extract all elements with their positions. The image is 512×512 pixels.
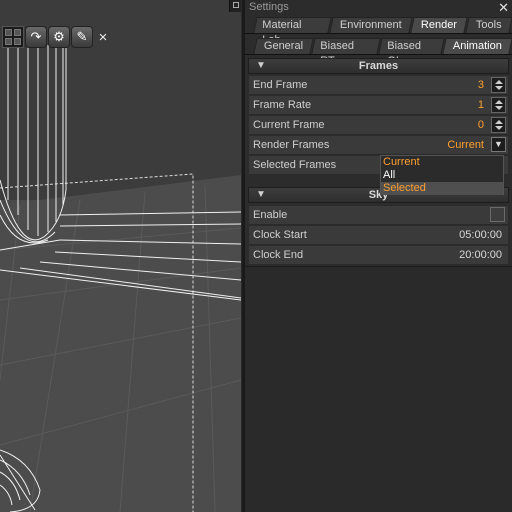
tab-divider [245,33,512,34]
clock-start-value[interactable]: 05:00:00 [459,229,502,241]
3d-viewport[interactable]: ↷ ⚙ ✎ × [0,0,241,512]
sky-enable-label: Enable [253,209,288,221]
collapse-triangle-icon: ▼ [256,189,266,200]
tab-biased-gi[interactable]: Biased GI [378,38,445,67]
tab-material-lab[interactable]: Material Lab [253,17,333,46]
frame-rate-value[interactable]: 1 [478,99,484,111]
end-frame-row: End Frame 3 [249,76,508,95]
end-frame-spinner[interactable] [491,77,506,93]
current-frame-row: Current Frame 0 [249,116,508,135]
close-icon[interactable]: × [94,26,112,48]
frame-rate-label: Frame Rate [253,99,312,111]
panel-empty-area [245,266,512,512]
sky-enable-checkbox[interactable] [490,207,505,222]
sky-enable-row: Enable [249,206,508,225]
collapse-triangle-icon: ▼ [256,60,266,71]
clock-start-label: Clock Start [253,229,307,241]
frames-section-header[interactable]: ▼ Frames [248,58,509,74]
dropdown-option-all[interactable]: All [381,169,503,182]
viewport-toolbar: ↷ ⚙ ✎ × [2,25,112,49]
tools-icon[interactable]: ✎ [71,26,93,48]
tab-render[interactable]: Render [410,17,469,33]
clock-end-value[interactable]: 20:00:00 [459,249,502,261]
clock-end-label: Clock End [253,249,304,261]
current-frame-label: Current Frame [253,119,325,131]
clock-end-row: Clock End 20:00:00 [249,246,508,265]
frame-rate-row: Frame Rate 1 [249,96,508,115]
frame-rate-spinner[interactable] [491,97,506,113]
dropdown-option-current[interactable]: Current [381,156,503,169]
render-frames-dropdown-list: Current All Selected [380,155,504,195]
tab-general[interactable]: General [253,38,314,54]
render-frames-value[interactable]: Current [447,139,484,151]
tab-divider [245,54,512,55]
tab-tools[interactable]: Tools [465,17,512,33]
render-frames-row: Render Frames Current ▼ [249,136,508,155]
grid-layout-icon[interactable] [2,26,24,48]
tab-animation[interactable]: Animation [442,38,512,54]
selected-frames-label: Selected Frames [253,159,337,171]
panel-title: Settings [249,1,289,13]
render-sub-tabs: General Biased RT Biased GI Animation [253,38,512,67]
end-frame-value[interactable]: 3 [478,79,484,91]
clock-start-row: Clock Start 05:00:00 [249,226,508,245]
maximize-icon[interactable] [229,0,241,12]
end-frame-label: End Frame [253,79,308,91]
rotate-icon[interactable]: ↷ [25,26,47,48]
dropdown-option-selected[interactable]: Selected [381,182,503,195]
chevron-down-icon[interactable]: ▼ [491,137,506,152]
close-icon[interactable]: ✕ [498,0,509,16]
tab-environment[interactable]: Environment [329,17,413,33]
wireframe-scene [0,0,241,512]
tab-biased-rt[interactable]: Biased RT [311,38,381,67]
main-tabs: Material Lab Environment Render Tools [253,17,512,46]
current-frame-value[interactable]: 0 [478,119,484,131]
gear-icon[interactable]: ⚙ [48,26,70,48]
current-frame-spinner[interactable] [491,117,506,133]
render-frames-label: Render Frames [253,139,330,151]
